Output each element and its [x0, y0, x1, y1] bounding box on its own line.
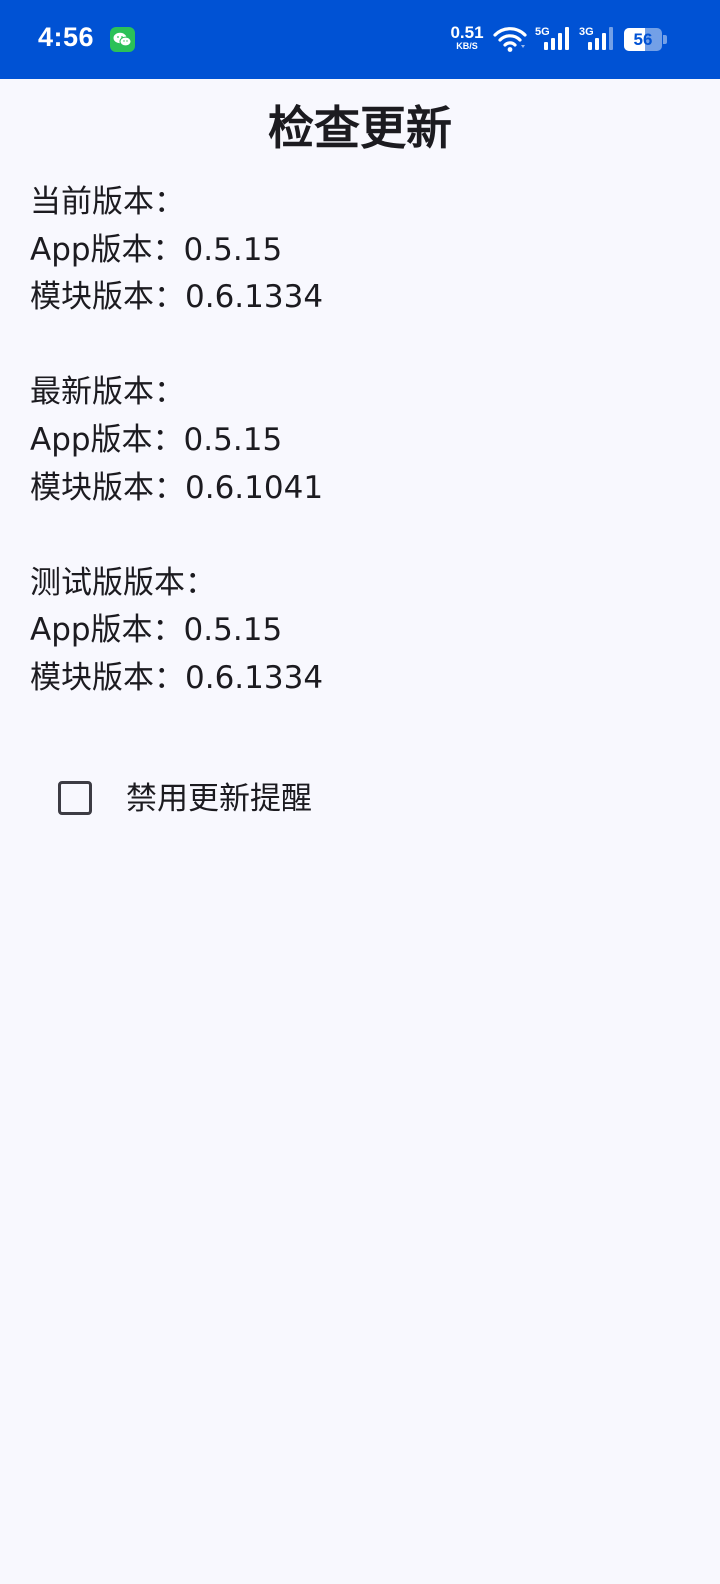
battery-level-text: 56 [633, 30, 653, 49]
cellular-signal-5g-icon: 5G [534, 25, 572, 57]
page-title: 检查更新 [268, 101, 452, 155]
network-speed: 0.51 KB/S [448, 24, 486, 51]
current-version-heading: 当前版本： [30, 184, 185, 220]
battery-cap [663, 35, 667, 44]
current-module-version: 模块版本：0.6.1334 [30, 279, 324, 316]
version-info: 当前版本： App版本：0.5.15 模块版本：0.6.1334 最新版本： A… [30, 179, 690, 703]
status-bar: 4:56 0.51 KB/S 5G 3G 56 [0, 0, 720, 79]
disable-update-reminder-checkbox[interactable] [58, 781, 92, 815]
network-speed-value: 0.51 [450, 23, 484, 42]
battery-icon: 56 [624, 28, 668, 51]
status-time: 4:56 [38, 22, 95, 52]
disable-update-reminder-label[interactable]: 禁用更新提醒 [126, 778, 312, 820]
current-app-version: App版本：0.5.15 [30, 231, 283, 268]
latest-module-version: 模块版本：0.6.1041 [30, 469, 324, 506]
wechat-icon [110, 27, 135, 52]
latest-app-version: App版本：0.5.15 [30, 421, 283, 458]
beta-version-heading: 测试版版本： [30, 564, 216, 601]
signal-3g-label: 3G [579, 26, 594, 38]
beta-app-version: App版本：0.5.15 [30, 612, 283, 649]
signal-5g-label: 5G [535, 26, 550, 38]
latest-version-heading: 最新版本： [30, 374, 185, 411]
network-speed-unit: KB/S [456, 41, 478, 51]
battery-body: 56 [624, 28, 662, 51]
cellular-signal-3g-icon: 3G [578, 25, 616, 57]
beta-module-version: 模块版本：0.6.1334 [30, 659, 324, 696]
wifi-icon [493, 26, 527, 58]
